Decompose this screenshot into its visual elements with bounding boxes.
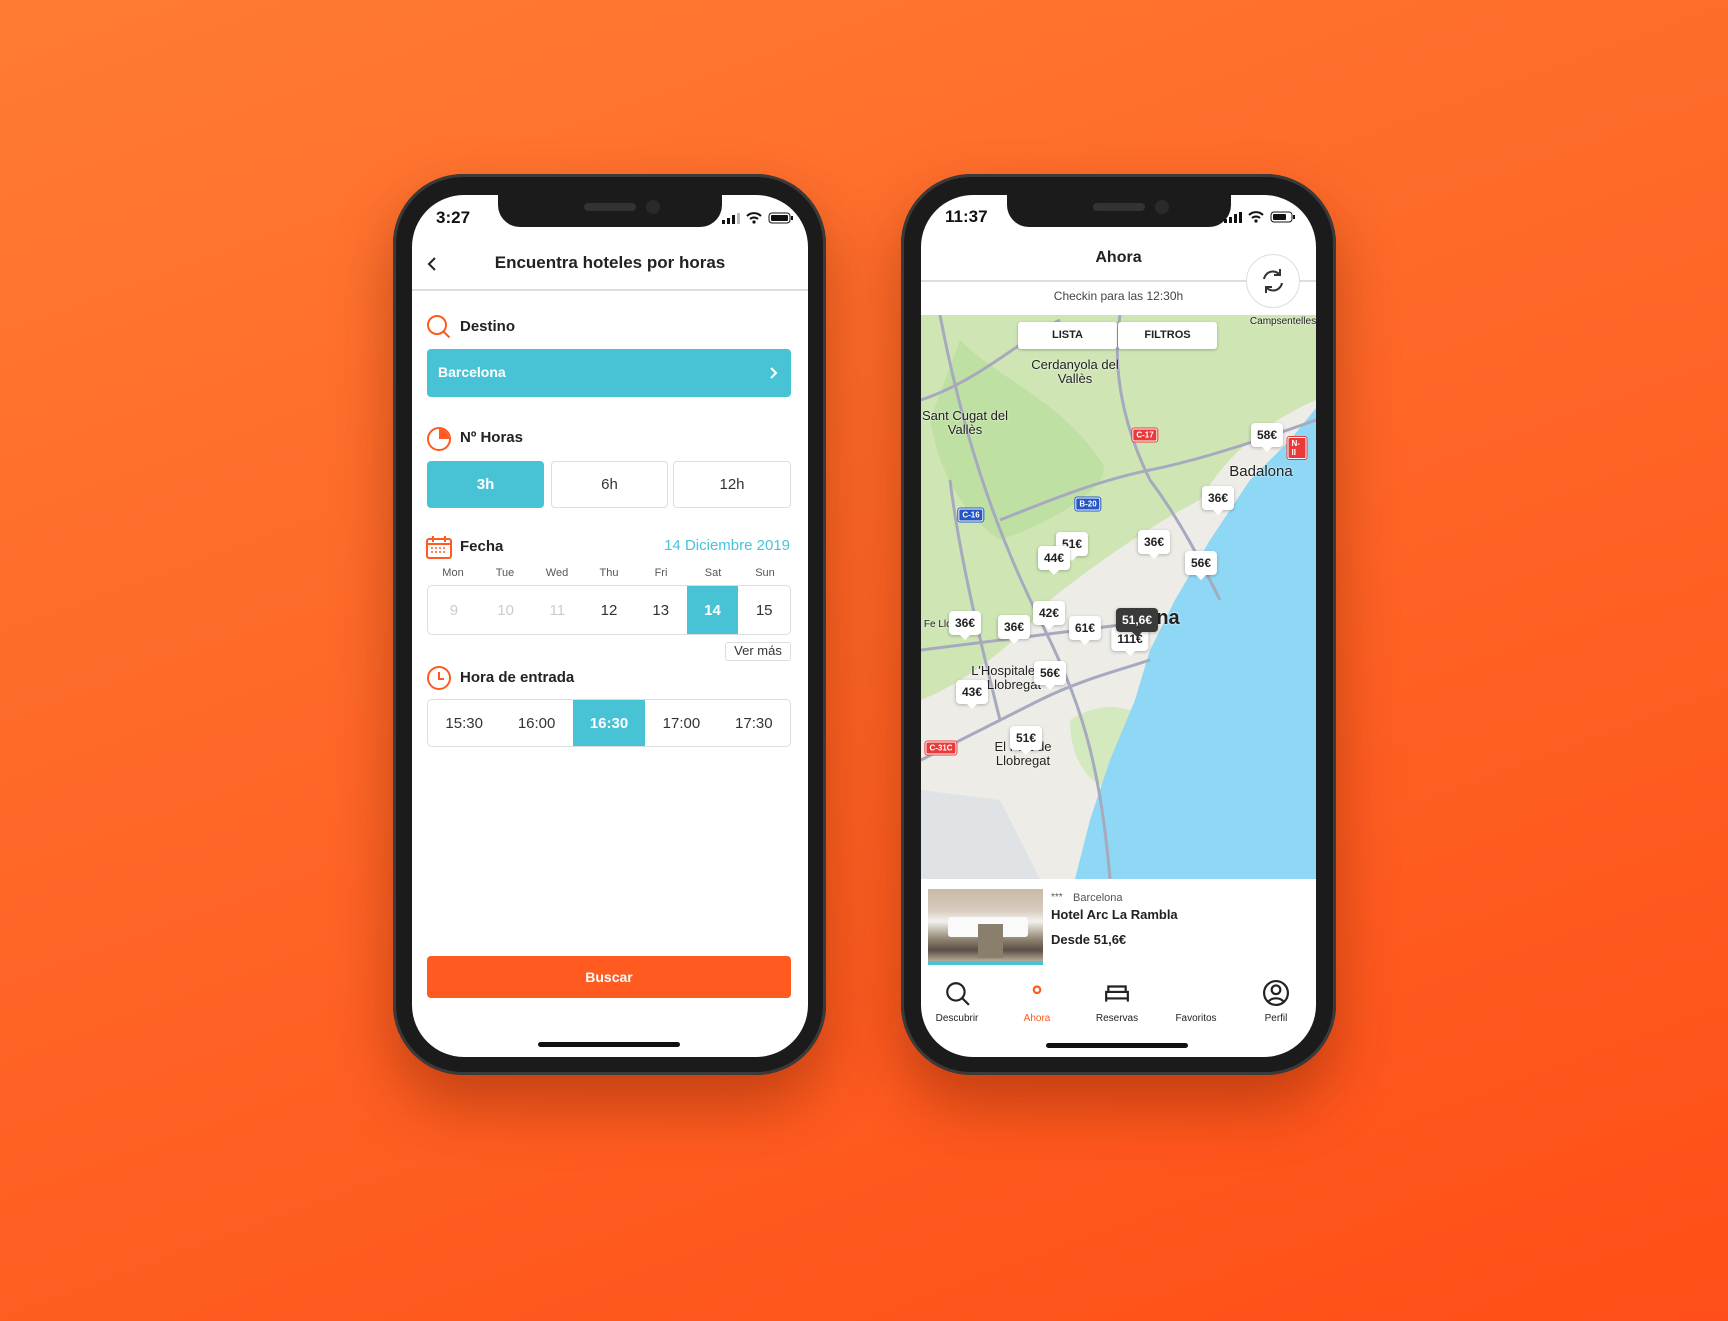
time-option[interactable]: 16:00: [500, 700, 572, 746]
refresh-icon: [1262, 268, 1283, 293]
status-time: 11:37: [945, 207, 988, 226]
hours-option-6h[interactable]: 6h: [551, 461, 668, 508]
day-11[interactable]: 11: [531, 586, 583, 634]
hora-label: Hora de entrada: [460, 669, 575, 686]
map-canvas: [921, 315, 1316, 879]
map-place-label: Cerdanyola del Vallès: [1031, 357, 1119, 386]
calendar-icon: [426, 536, 452, 559]
weekday-label: Thu: [599, 567, 619, 579]
buscar-button[interactable]: Buscar: [427, 956, 791, 998]
road-badge: B-20: [1074, 496, 1102, 512]
chevron-right-icon: [770, 367, 778, 379]
selected-date: 14 Diciembre 2019: [664, 537, 790, 554]
clock-icon: [427, 666, 451, 690]
hotel-photo-indicator: [928, 961, 1043, 965]
hotel-card[interactable]: *** Barcelona Hotel Arc La Rambla Desde …: [921, 880, 1316, 972]
price-marker[interactable]: 56€: [1184, 551, 1218, 580]
destino-label: Destino: [460, 318, 516, 335]
road-badge: C-16: [957, 507, 985, 523]
hotel-price: Desde 51,6€: [1051, 932, 1127, 947]
hotel-stars: ***: [1051, 892, 1063, 903]
day-10[interactable]: 10: [480, 586, 532, 634]
tab-label: Favoritos: [1175, 1013, 1217, 1024]
home-indicator: [1046, 1043, 1188, 1048]
selected-price-marker[interactable]: 51,6€: [1115, 608, 1159, 637]
day-9[interactable]: 9: [428, 586, 480, 634]
search-icon: [427, 315, 451, 339]
day-13[interactable]: 13: [635, 586, 687, 634]
weekday-label: Wed: [545, 567, 569, 579]
weekday-label: Tue: [495, 567, 515, 579]
day-15[interactable]: 15: [738, 586, 790, 634]
price-marker[interactable]: 36€: [1137, 530, 1171, 559]
price-marker[interactable]: 43€: [955, 680, 989, 709]
user-icon: [1263, 980, 1289, 1006]
status-icons: [722, 212, 794, 224]
notch: [498, 195, 722, 227]
day-12[interactable]: 12: [583, 586, 635, 634]
map-place-label: Campsentelles: [1249, 316, 1316, 327]
time-option[interactable]: 17:30: [718, 700, 790, 746]
hours-option-12h[interactable]: 12h: [673, 461, 791, 508]
road-badge: N-II: [1286, 436, 1308, 460]
tab-reservas[interactable]: Reservas: [1081, 980, 1153, 1024]
map-place-label: na: [1156, 607, 1180, 629]
time-option[interactable]: 17:00: [645, 700, 717, 746]
hotel-photo: [928, 889, 1043, 961]
refresh-button[interactable]: [1246, 254, 1300, 308]
tab-label: Reservas: [1095, 1013, 1139, 1024]
day-picker: 9 10 11 12 13 14 15: [427, 585, 791, 635]
tab-label: Perfil: [1264, 1013, 1288, 1024]
status-icons: [1224, 211, 1296, 223]
hotel-name: Hotel Arc La Rambla: [1051, 907, 1178, 922]
filtros-button[interactable]: FILTROS: [1118, 322, 1217, 349]
tab-label: Ahora: [1023, 1013, 1051, 1024]
map[interactable]: Cerdanyola del Vallès Sant Cugat del Vall…: [921, 315, 1316, 879]
time-picker: 15:30 16:00 16:30 17:00 17:30: [427, 699, 791, 747]
time-option[interactable]: 15:30: [428, 700, 500, 746]
tab-favoritos[interactable]: Favoritos: [1160, 980, 1232, 1024]
status-time: 3:27: [436, 208, 471, 227]
price-marker[interactable]: 36€: [948, 611, 982, 640]
tab-label: Descubrir: [935, 1013, 979, 1024]
price-marker[interactable]: 58€: [1250, 423, 1284, 452]
weekday-label: Sat: [704, 567, 722, 579]
page-title: Encuentra hoteles por horas: [494, 253, 726, 272]
price-marker[interactable]: 61€: [1068, 616, 1102, 645]
price-marker[interactable]: 42€: [1032, 601, 1066, 630]
road-badge: C-17: [1131, 427, 1159, 443]
road-badge: C-31C: [924, 740, 958, 756]
price-marker[interactable]: 36€: [1201, 486, 1235, 515]
weekday-label: Mon: [442, 567, 464, 579]
hotel-city: Barcelona: [1073, 892, 1123, 904]
search-icon: [946, 982, 970, 1006]
price-marker[interactable]: 56€: [1033, 661, 1067, 690]
price-marker[interactable]: 51€: [1009, 726, 1043, 755]
home-indicator: [538, 1042, 680, 1047]
map-place-label: Sant Cugat del Vallès: [921, 408, 1008, 437]
fecha-label: Fecha: [460, 538, 504, 555]
hours-clock-icon: [427, 427, 451, 451]
tab-perfil[interactable]: Perfil: [1240, 980, 1312, 1024]
notch: [1007, 195, 1231, 227]
header-divider: [412, 289, 808, 291]
location-pin-icon: [1032, 985, 1042, 995]
price-marker[interactable]: 36€: [997, 615, 1031, 644]
bed-icon: [1105, 985, 1129, 1002]
price-marker[interactable]: 44€: [1037, 546, 1071, 575]
ver-mas-button[interactable]: Ver más: [725, 642, 791, 661]
weekday-label: Fri: [654, 567, 668, 579]
hours-option-3h[interactable]: 3h: [427, 461, 544, 508]
tab-descubrir[interactable]: Descubrir: [921, 980, 993, 1024]
weekday-label: Sun: [755, 567, 775, 579]
destination-field[interactable]: Barcelona: [427, 349, 791, 397]
map-place-label: Badalona: [1229, 463, 1293, 480]
destination-value: Barcelona: [438, 364, 506, 380]
time-option[interactable]: 16:30: [572, 700, 646, 746]
tab-ahora[interactable]: Ahora: [1001, 980, 1073, 1024]
day-14[interactable]: 14: [686, 586, 739, 634]
heart-icon: [1183, 980, 1209, 1006]
lista-button[interactable]: LISTA: [1018, 322, 1117, 349]
horas-label: Nº Horas: [460, 429, 523, 446]
